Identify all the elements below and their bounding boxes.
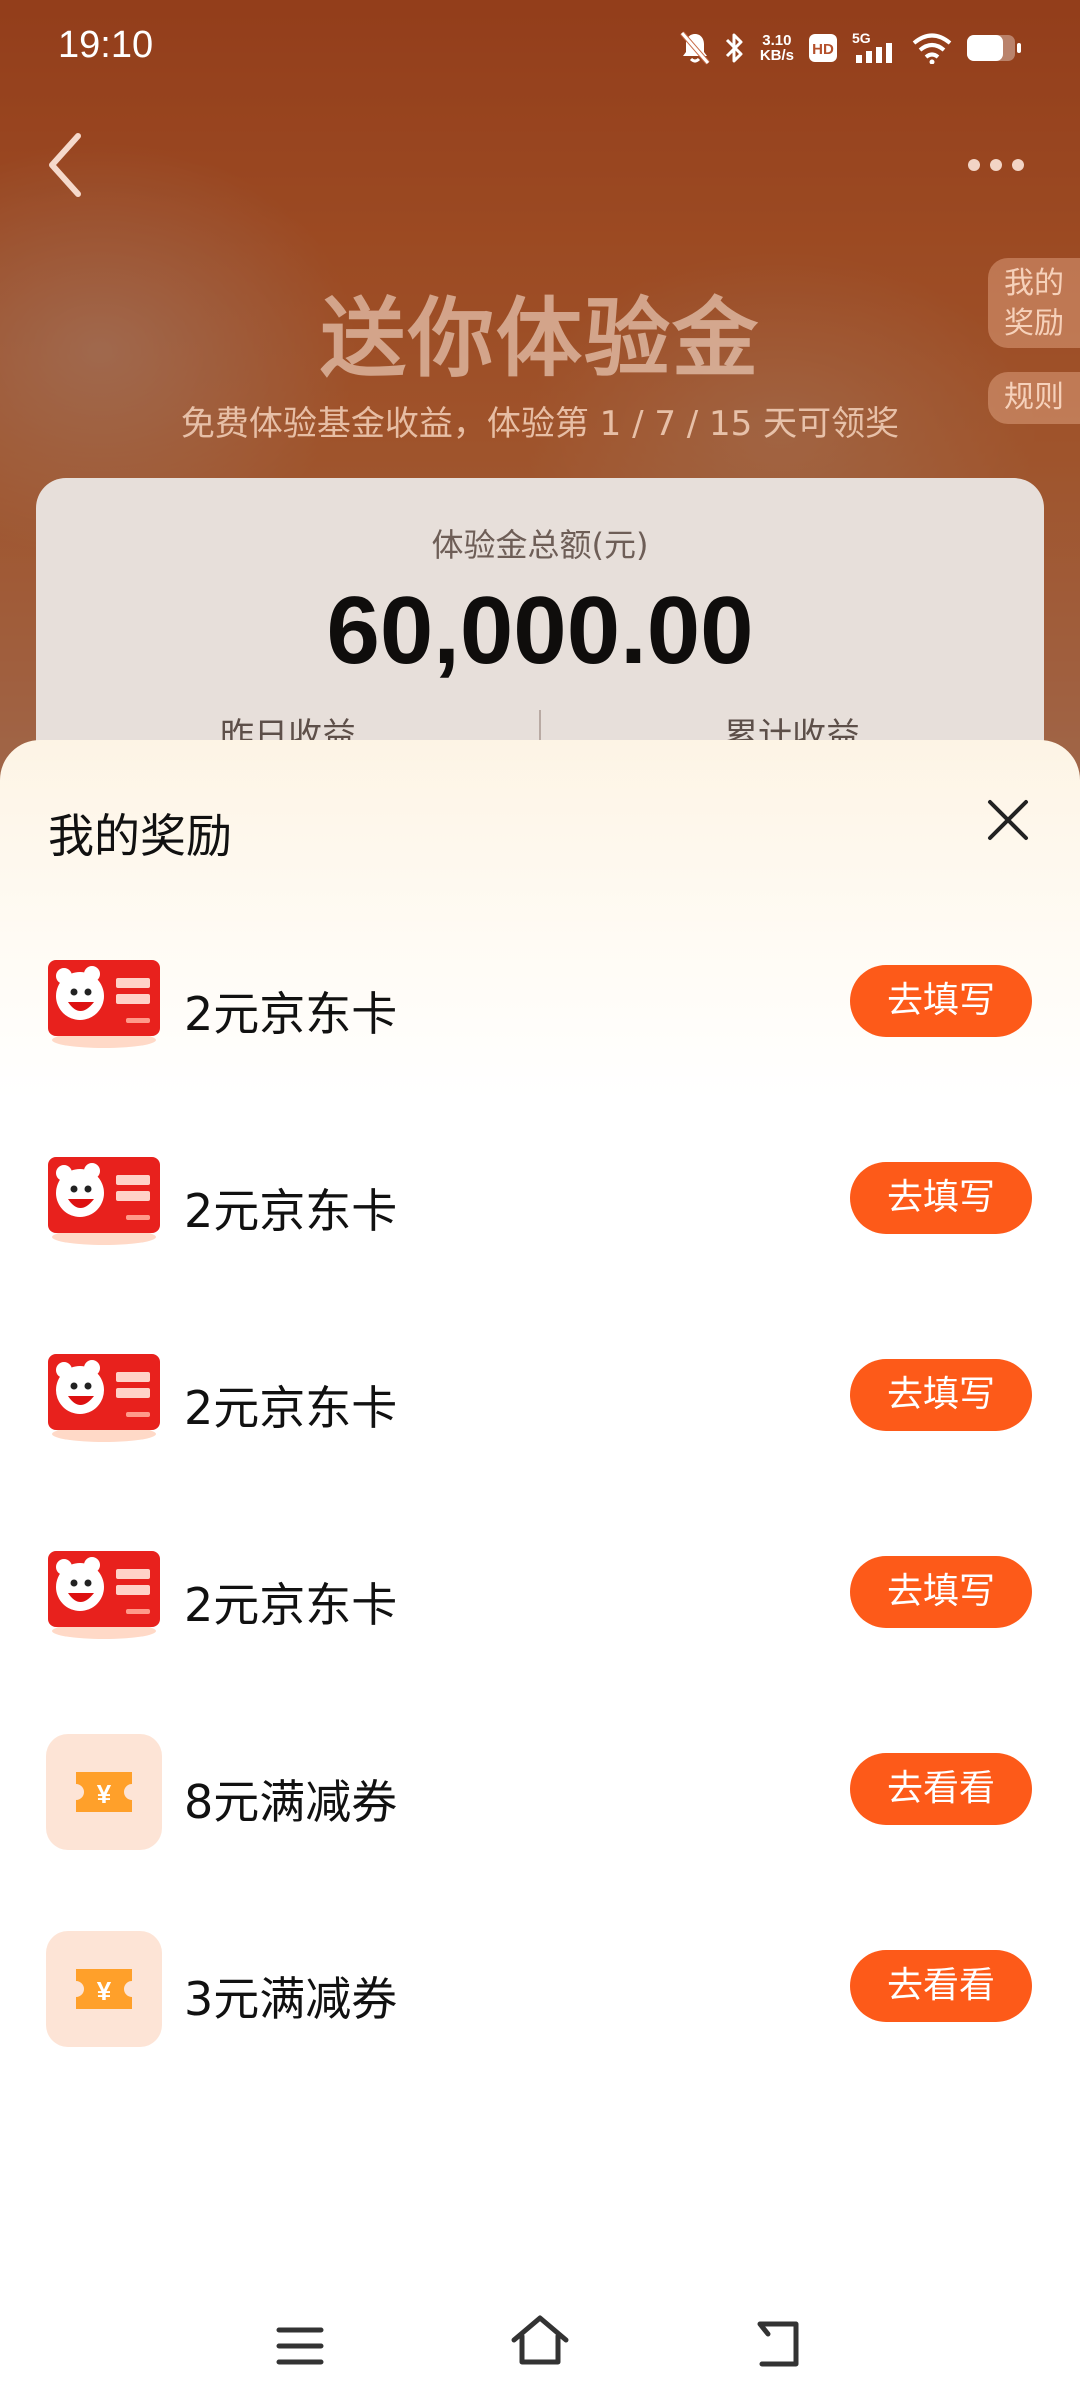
sheet-title: 我的奖励 xyxy=(48,809,232,863)
reward-row: ¥ 8元满减券 去看看 xyxy=(0,1728,1080,1858)
system-nav-bar xyxy=(0,2290,1080,2408)
reward-name: 2元京东卡 xyxy=(184,987,398,1041)
reward-name: 2元京东卡 xyxy=(184,1381,398,1435)
svg-text:HD: HD xyxy=(812,41,834,58)
wifi-icon xyxy=(912,33,952,64)
jd-gift-card-icon xyxy=(48,1354,160,1442)
reward-row: 2元京东卡 去填写 xyxy=(0,1334,1080,1464)
fund-total-amount: 60,000.00 xyxy=(326,577,754,684)
close-icon[interactable] xyxy=(986,798,1030,842)
fund-total-label: 体验金总额(元) xyxy=(431,526,649,564)
reward-row: 2元京东卡 去填写 xyxy=(0,940,1080,1070)
reward-name: 2元京东卡 xyxy=(184,1578,398,1632)
status-bar: 19:10 3.10 KB/s HD 5G xyxy=(0,0,1080,96)
back-arrow-icon[interactable] xyxy=(44,130,84,200)
hero-title: 送你体验金 xyxy=(320,289,760,389)
jd-gift-card-icon xyxy=(48,960,160,1048)
status-icons: 3.10 KB/s HD 5G xyxy=(679,28,1022,68)
hd-icon: HD xyxy=(809,34,837,62)
side-tab-rules[interactable]: 规则 xyxy=(988,372,1080,424)
network-speed: 3.10 KB/s xyxy=(759,32,794,64)
coupon-thumb: ¥ xyxy=(46,1931,162,2047)
home-icon[interactable] xyxy=(508,2312,572,2368)
jd-gift-card-icon xyxy=(48,1551,160,1639)
side-tab-my-rewards-label: 我的奖励 xyxy=(1004,266,1064,341)
reward-name: 2元京东卡 xyxy=(184,1184,398,1238)
yuan-coupon-icon: ¥ xyxy=(76,1969,132,2009)
fill-in-button[interactable]: 去填写 xyxy=(850,1556,1032,1628)
svg-text:¥: ¥ xyxy=(97,1779,112,1809)
rewards-sheet: 我的奖励 2元京东卡 去填写 2元京东卡 去填写 2元京东卡 去填写 2元京东卡… xyxy=(0,740,1080,2408)
nav-back-icon[interactable] xyxy=(754,2318,804,2368)
battery-icon xyxy=(967,35,1021,61)
signal-5g-icon: 5G xyxy=(852,31,892,63)
coupon-thumb: ¥ xyxy=(46,1734,162,1850)
reward-row: 2元京东卡 去填写 xyxy=(0,1137,1080,1267)
bluetooth-icon xyxy=(725,33,743,63)
yuan-coupon-icon: ¥ xyxy=(76,1772,132,1812)
fill-in-button[interactable]: 去填写 xyxy=(850,1162,1032,1234)
more-options-icon[interactable] xyxy=(964,150,1028,180)
view-button[interactable]: 去看看 xyxy=(850,1753,1032,1825)
svg-text:5G: 5G xyxy=(852,31,871,46)
svg-text:¥: ¥ xyxy=(97,1976,112,2006)
reward-name: 8元满减券 xyxy=(184,1775,398,1829)
reward-row: 2元京东卡 去填写 xyxy=(0,1531,1080,1661)
side-tab-my-rewards[interactable]: 我的奖励 xyxy=(988,258,1080,348)
mute-bell-icon xyxy=(679,31,710,65)
view-button[interactable]: 去看看 xyxy=(850,1950,1032,2022)
fill-in-button[interactable]: 去填写 xyxy=(850,1359,1032,1431)
status-time: 19:10 xyxy=(58,24,154,66)
jd-gift-card-icon xyxy=(48,1157,160,1245)
fill-in-button[interactable]: 去填写 xyxy=(850,965,1032,1037)
hero-subtitle: 免费体验基金收益，体验第 1 / 7 / 15 天可领奖 xyxy=(180,404,900,444)
recent-apps-icon[interactable] xyxy=(276,2324,324,2368)
reward-name: 3元满减券 xyxy=(184,1972,398,2026)
reward-row: ¥ 3元满减券 去看看 xyxy=(0,1925,1080,2055)
